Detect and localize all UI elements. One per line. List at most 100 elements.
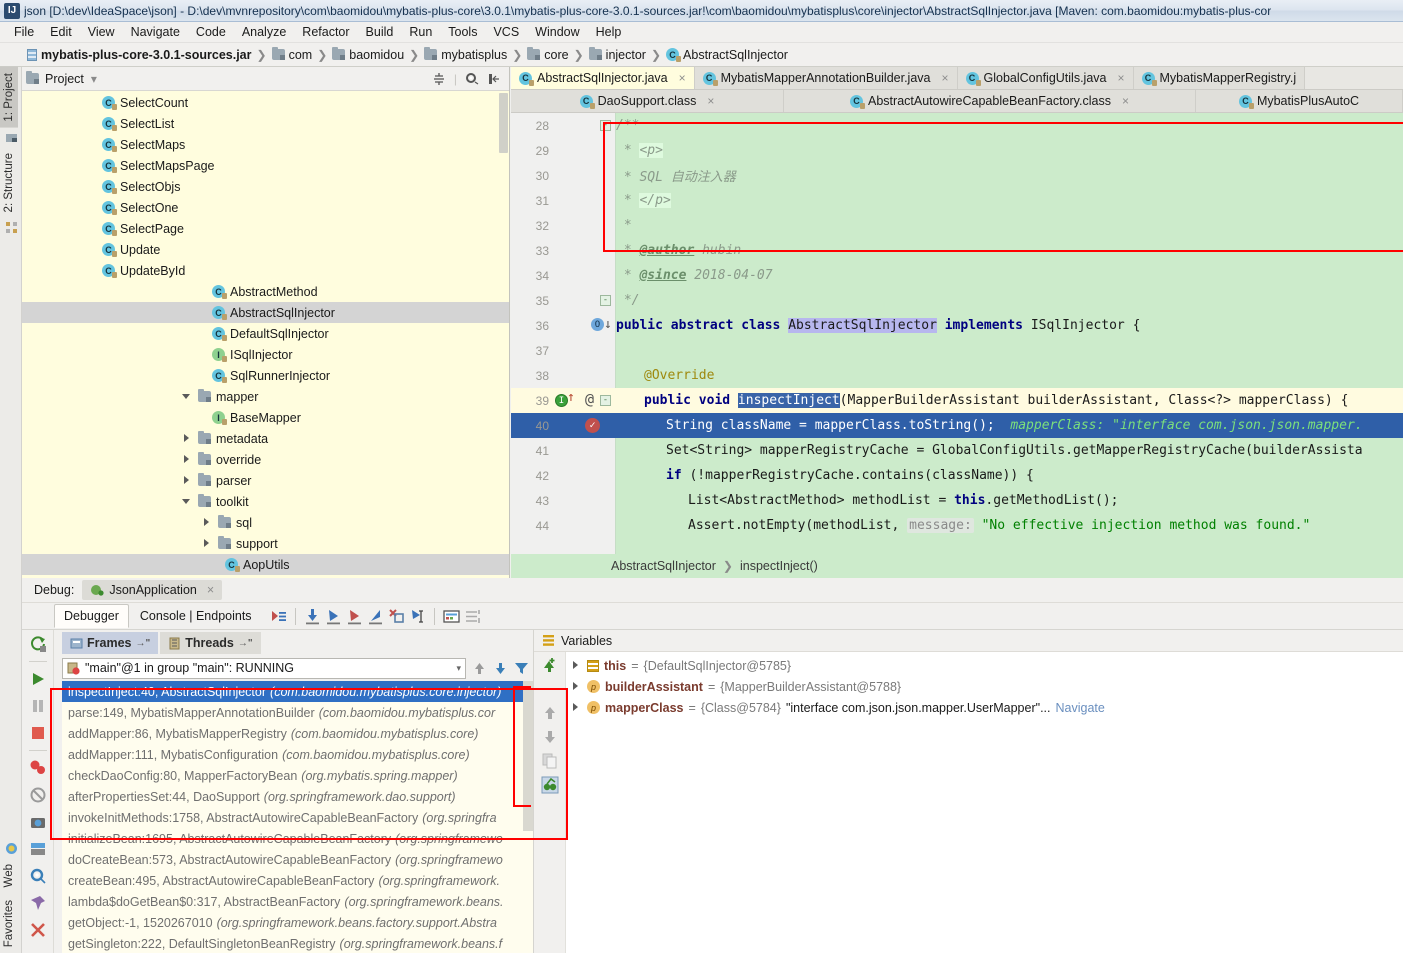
restore-layout-icon[interactable] (29, 840, 47, 858)
frame-row-2[interactable]: addMapper:86, MybatisMapperRegistry (com… (62, 723, 533, 744)
show-execution-point-icon[interactable] (269, 607, 288, 626)
step-into-icon[interactable] (324, 607, 343, 626)
tree-item-isqlinjector[interactable]: I ISqlInjector (22, 344, 509, 365)
pause-icon[interactable] (29, 697, 47, 715)
close-icon[interactable]: × (942, 71, 949, 85)
chevron-down-icon[interactable]: ▾ (456, 663, 461, 674)
tree-twist-open[interactable] (182, 496, 193, 507)
tree-item-selectmapspage[interactable]: C SelectMapsPage (22, 155, 509, 176)
menu-item-refactor[interactable]: Refactor (294, 23, 357, 41)
code-line-30[interactable]: 30 * SQL 自动注入器 (511, 163, 1403, 188)
code-line-38[interactable]: 38 @Override (511, 363, 1403, 388)
tree-item-abstractmethod[interactable]: C AbstractMethod (22, 281, 509, 302)
inspect-icon[interactable] (541, 776, 559, 794)
breadcrumb-com[interactable]: com (269, 47, 316, 63)
gutter-mark[interactable] (553, 213, 616, 238)
code-line-33[interactable]: 33 * @author hubin (511, 238, 1403, 263)
tree-twist-closed[interactable] (182, 475, 193, 486)
menu-item-tools[interactable]: Tools (440, 23, 485, 41)
menu-item-vcs[interactable]: VCS (485, 23, 527, 41)
frame-row-12[interactable]: getSingleton:222, DefaultSingletonBeanRe… (62, 933, 533, 953)
tree-item-selectpage[interactable]: C SelectPage (22, 218, 509, 239)
code-line-34[interactable]: 34 * @since 2018-04-07 (511, 263, 1403, 288)
breadcrumb-mybatisplus[interactable]: mybatisplus (421, 47, 510, 63)
breadcrumb-core[interactable]: core (524, 47, 571, 63)
fold-marker-icon[interactable]: - (600, 395, 611, 406)
close-icon[interactable]: × (1122, 94, 1129, 108)
tree-twist-closed[interactable] (202, 538, 213, 549)
tree-item-updatebyid[interactable]: C UpdateById (22, 260, 509, 281)
menu-item-navigate[interactable]: Navigate (123, 23, 188, 41)
step-out-icon[interactable] (366, 607, 385, 626)
execution-point-icon[interactable]: ✓ (585, 418, 600, 433)
code-line-39[interactable]: 39 I ↑ @ - public void inspectInject(Map… (511, 388, 1403, 413)
collapse-all-icon[interactable] (432, 72, 446, 86)
run-to-cursor-icon[interactable] (408, 607, 427, 626)
frame-row-3[interactable]: addMapper:111, MybatisConfiguration (com… (62, 744, 533, 765)
tree-item-update[interactable]: C Update (22, 239, 509, 260)
variable-row-builderassistant[interactable]: p builderAssistant = {MapperBuilderAssis… (566, 676, 1403, 697)
gear-icon[interactable] (465, 72, 479, 86)
chevron-right-icon[interactable] (570, 660, 582, 672)
tree-item-parser[interactable]: parser (22, 470, 509, 491)
move-up-icon[interactable] (472, 661, 487, 676)
tree-twist-closed[interactable] (182, 454, 193, 465)
tree-item-override[interactable]: override (22, 449, 509, 470)
breadcrumb-class-name[interactable]: AbstractSqlInjector (611, 559, 716, 573)
code-line-36[interactable]: 36 O ↓ public abstract class AbstractSql… (511, 313, 1403, 338)
fold-marker-icon[interactable]: - (600, 295, 611, 306)
tree-item-basemapper[interactable]: I BaseMapper (22, 407, 509, 428)
tool-tab-favorites[interactable]: Favorites (0, 894, 18, 953)
tree-item-selectobjs[interactable]: C SelectObjs (22, 176, 509, 197)
chevron-right-icon[interactable] (570, 681, 582, 693)
frames-scrollbar[interactable] (523, 681, 533, 831)
editor-tab-mybatismapperregistry[interactable]: C MybatisMapperRegistry.j (1133, 67, 1306, 89)
frame-row-5[interactable]: afterPropertiesSet:44, DaoSupport (org.s… (62, 786, 533, 807)
breadcrumb-method-name[interactable]: inspectInject() (740, 559, 818, 573)
gutter-mark[interactable] (553, 163, 616, 188)
code-line-28[interactable]: 28 - /** (511, 113, 1403, 138)
code-line-29[interactable]: 29 * <p> (511, 138, 1403, 163)
editor-tab-daosupport[interactable]: C DaoSupport.class × (511, 90, 784, 112)
menu-item-run[interactable]: Run (401, 23, 440, 41)
menu-item-help[interactable]: Help (588, 23, 630, 41)
tool-tab-structure[interactable]: 2: Structure (0, 147, 18, 218)
rerun-icon[interactable] (29, 635, 47, 653)
override-marker-icon[interactable]: @ (585, 390, 594, 408)
project-scrollbar[interactable] (499, 93, 508, 153)
gutter-mark[interactable]: - (553, 288, 616, 313)
tree-item-defaultsqlinjector[interactable]: C DefaultSqlInjector (22, 323, 509, 344)
gutter-mark[interactable] (553, 513, 616, 538)
step-over-icon[interactable] (303, 607, 322, 626)
menu-item-window[interactable]: Window (527, 23, 587, 41)
tree-twist-closed[interactable] (202, 517, 213, 528)
code-line-42[interactable]: 42 if (!mapperRegistryCache.contains(cla… (511, 463, 1403, 488)
add-watch-icon[interactable] (541, 656, 559, 674)
gutter-mark[interactable] (553, 463, 616, 488)
chevron-right-icon[interactable] (570, 702, 582, 714)
frame-row-8[interactable]: doCreateBean:573, AbstractAutowireCapabl… (62, 849, 533, 870)
evaluate-expression-icon[interactable] (442, 607, 461, 626)
editor-tab-globalconfigutils[interactable]: C GlobalConfigUtils.java × (957, 67, 1134, 89)
menu-item-edit[interactable]: Edit (42, 23, 80, 41)
gutter-mark[interactable] (553, 263, 616, 288)
frame-row-11[interactable]: getObject:-1, 1520267010 (org.springfram… (62, 912, 533, 933)
drop-frame-icon[interactable] (387, 607, 406, 626)
code-line-40[interactable]: 40 ✓ String className = mapperClass.toSt… (511, 413, 1403, 438)
tree-item-support[interactable]: support (22, 533, 509, 554)
gutter-mark[interactable] (553, 438, 616, 463)
filter-icon[interactable] (514, 661, 529, 676)
code-line-43[interactable]: 43 List<AbstractMethod> methodList = thi… (511, 488, 1403, 513)
tree-item-abstractsqlinjector[interactable]: C AbstractSqlInjector (22, 302, 509, 323)
gutter-mark[interactable] (553, 238, 616, 263)
menu-item-code[interactable]: Code (188, 23, 234, 41)
editor-tab-abstractsqlinjector[interactable]: C AbstractSqlInjector.java × (511, 67, 695, 89)
overridden-method-icon[interactable]: O (591, 318, 604, 331)
gutter-mark[interactable]: I ↑ @ - (553, 388, 616, 413)
frame-row-10[interactable]: lambda$doGetBean$0:317, AbstractBeanFact… (62, 891, 533, 912)
tree-item-selectmaps[interactable]: C SelectMaps (22, 134, 509, 155)
tab-debugger[interactable]: Debugger (54, 604, 129, 628)
resume-icon[interactable] (29, 670, 47, 688)
tree-item-mapper[interactable]: mapper (22, 386, 509, 407)
tree-item-sql[interactable]: sql (22, 512, 509, 533)
